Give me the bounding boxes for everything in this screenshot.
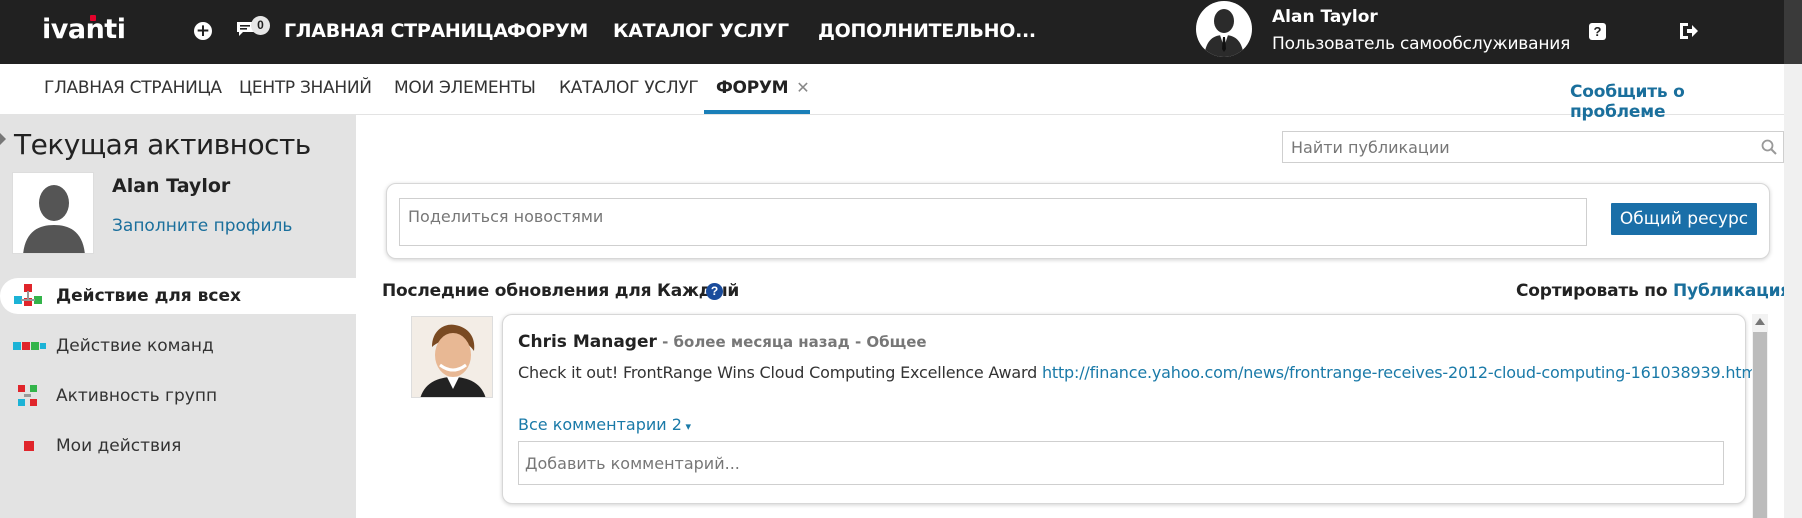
search-icon[interactable] bbox=[1761, 139, 1777, 155]
share-news-card: Общий ресурс bbox=[386, 183, 1770, 259]
topnav-home[interactable]: ГЛАВНАЯ СТРАНИЦА bbox=[284, 20, 508, 42]
post-body: Check it out! FrontRange Wins Cloud Comp… bbox=[518, 363, 1761, 382]
post-search bbox=[1282, 131, 1784, 163]
sidebar-item-my-activity[interactable]: Мои действия bbox=[0, 428, 356, 464]
add-icon[interactable]: + bbox=[194, 22, 212, 40]
post-text: Check it out! FrontRange Wins Cloud Comp… bbox=[518, 363, 1042, 382]
logo-dot bbox=[90, 15, 96, 21]
active-tab-indicator bbox=[704, 110, 810, 114]
sort-control: Сортировать по Публикация bbox=[1516, 281, 1791, 301]
group-activity-icon bbox=[18, 385, 37, 406]
sidebar-item-team-activity[interactable]: Действие команд bbox=[0, 328, 356, 364]
sidebar-item-label: Мои действия bbox=[56, 436, 182, 456]
feed-scrollbar[interactable] bbox=[1752, 314, 1768, 518]
post-author-avatar[interactable] bbox=[411, 316, 493, 398]
user-placeholder-icon bbox=[13, 173, 93, 253]
add-comment-input[interactable] bbox=[518, 441, 1724, 485]
top-scrollbar[interactable] bbox=[1784, 0, 1802, 64]
logo-text: ivanti bbox=[42, 14, 126, 45]
post-author-name[interactable]: Chris Manager bbox=[518, 332, 657, 352]
logout-icon[interactable] bbox=[1678, 22, 1698, 40]
sidebar-item-label: Действие для всех bbox=[56, 286, 241, 306]
topnav-forum[interactable]: ФОРУМ bbox=[507, 20, 588, 42]
topnav-more[interactable]: ДОПОЛНИТЕЛЬНО... bbox=[818, 20, 1036, 42]
sidebar-item-label: Активность групп bbox=[56, 386, 218, 406]
user-name[interactable]: Alan Taylor bbox=[1272, 7, 1378, 27]
search-input[interactable] bbox=[1283, 132, 1743, 162]
user-role: Пользователь самообслуживания bbox=[1272, 34, 1571, 54]
profile-avatar[interactable] bbox=[12, 172, 94, 254]
sidebar-item-group-activity[interactable]: Активность групп bbox=[0, 378, 356, 414]
user-silhouette-icon bbox=[1204, 9, 1244, 57]
post-card: Chris Manager - более месяца назад - Общ… bbox=[502, 314, 1761, 504]
post-header: Chris Manager - более месяца назад - Общ… bbox=[518, 332, 927, 352]
scroll-thumb[interactable] bbox=[1753, 332, 1767, 518]
page-scrollbar[interactable] bbox=[1784, 64, 1802, 518]
profile-name: Alan Taylor bbox=[112, 175, 231, 197]
scroll-up-icon[interactable] bbox=[1755, 318, 1765, 325]
info-icon[interactable]: ? bbox=[706, 283, 723, 300]
team-activity-icon bbox=[13, 342, 46, 350]
tab-forum[interactable]: ФОРУМ ✕ bbox=[716, 78, 810, 98]
sort-label: Сортировать по bbox=[1516, 281, 1668, 301]
all-activity-icon bbox=[14, 284, 42, 306]
share-button[interactable]: Общий ресурс bbox=[1611, 203, 1757, 235]
all-comments-link[interactable]: Все комментарии 2 ▾ bbox=[518, 415, 691, 434]
activity-sidebar: Текущая активность Alan Taylor Заполните… bbox=[0, 115, 356, 518]
tab-knowledge-center[interactable]: ЦЕНТР ЗНАНИЙ bbox=[239, 78, 372, 98]
author-photo-icon bbox=[412, 317, 492, 397]
user-avatar[interactable] bbox=[1196, 1, 1252, 57]
top-bar: ivanti + 0 ГЛАВНАЯ СТРАНИЦА ФОРУМ КАТАЛО… bbox=[0, 0, 1802, 64]
sidebar-title: Текущая активность bbox=[14, 128, 311, 161]
topnav-service-catalog[interactable]: КАТАЛОГ УСЛУГ bbox=[613, 20, 789, 42]
post-meta: - более месяца назад - Общее bbox=[656, 333, 927, 351]
tab-bar: ГЛАВНАЯ СТРАНИЦА ЦЕНТР ЗНАНИЙ МОИ ЭЛЕМЕН… bbox=[0, 64, 1784, 122]
fill-profile-link[interactable]: Заполните профиль bbox=[112, 216, 292, 236]
tab-forum-label: ФОРУМ bbox=[716, 78, 789, 98]
tab-my-items[interactable]: МОИ ЭЛЕМЕНТЫ bbox=[394, 78, 536, 98]
report-problem-link[interactable]: Сообщить о проблеме bbox=[1570, 82, 1784, 122]
sidebar-item-label: Действие команд bbox=[56, 336, 214, 356]
sort-value-link[interactable]: Публикация bbox=[1673, 281, 1791, 301]
share-news-input[interactable] bbox=[399, 198, 1587, 246]
post-link[interactable]: http://finance.yahoo.com/news/frontrange… bbox=[1042, 363, 1761, 382]
close-icon[interactable]: ✕ bbox=[796, 78, 809, 97]
latest-updates-title: Последние обновления для Каждый bbox=[382, 281, 740, 301]
tab-service-catalog[interactable]: КАТАЛОГ УСЛУГ bbox=[559, 78, 699, 98]
all-comments-label: Все комментарии 2 bbox=[518, 415, 682, 434]
help-icon[interactable]: ? bbox=[1589, 23, 1606, 40]
collapse-arrow-icon[interactable] bbox=[0, 133, 6, 145]
chat-count-badge: 0 bbox=[251, 16, 270, 35]
chevron-down-icon: ▾ bbox=[681, 420, 691, 433]
my-activity-icon bbox=[24, 441, 34, 451]
ivanti-logo[interactable]: ivanti bbox=[42, 14, 126, 45]
sidebar-item-all-activity[interactable]: Действие для всех bbox=[0, 278, 356, 314]
tab-home[interactable]: ГЛАВНАЯ СТРАНИЦА bbox=[44, 78, 222, 98]
